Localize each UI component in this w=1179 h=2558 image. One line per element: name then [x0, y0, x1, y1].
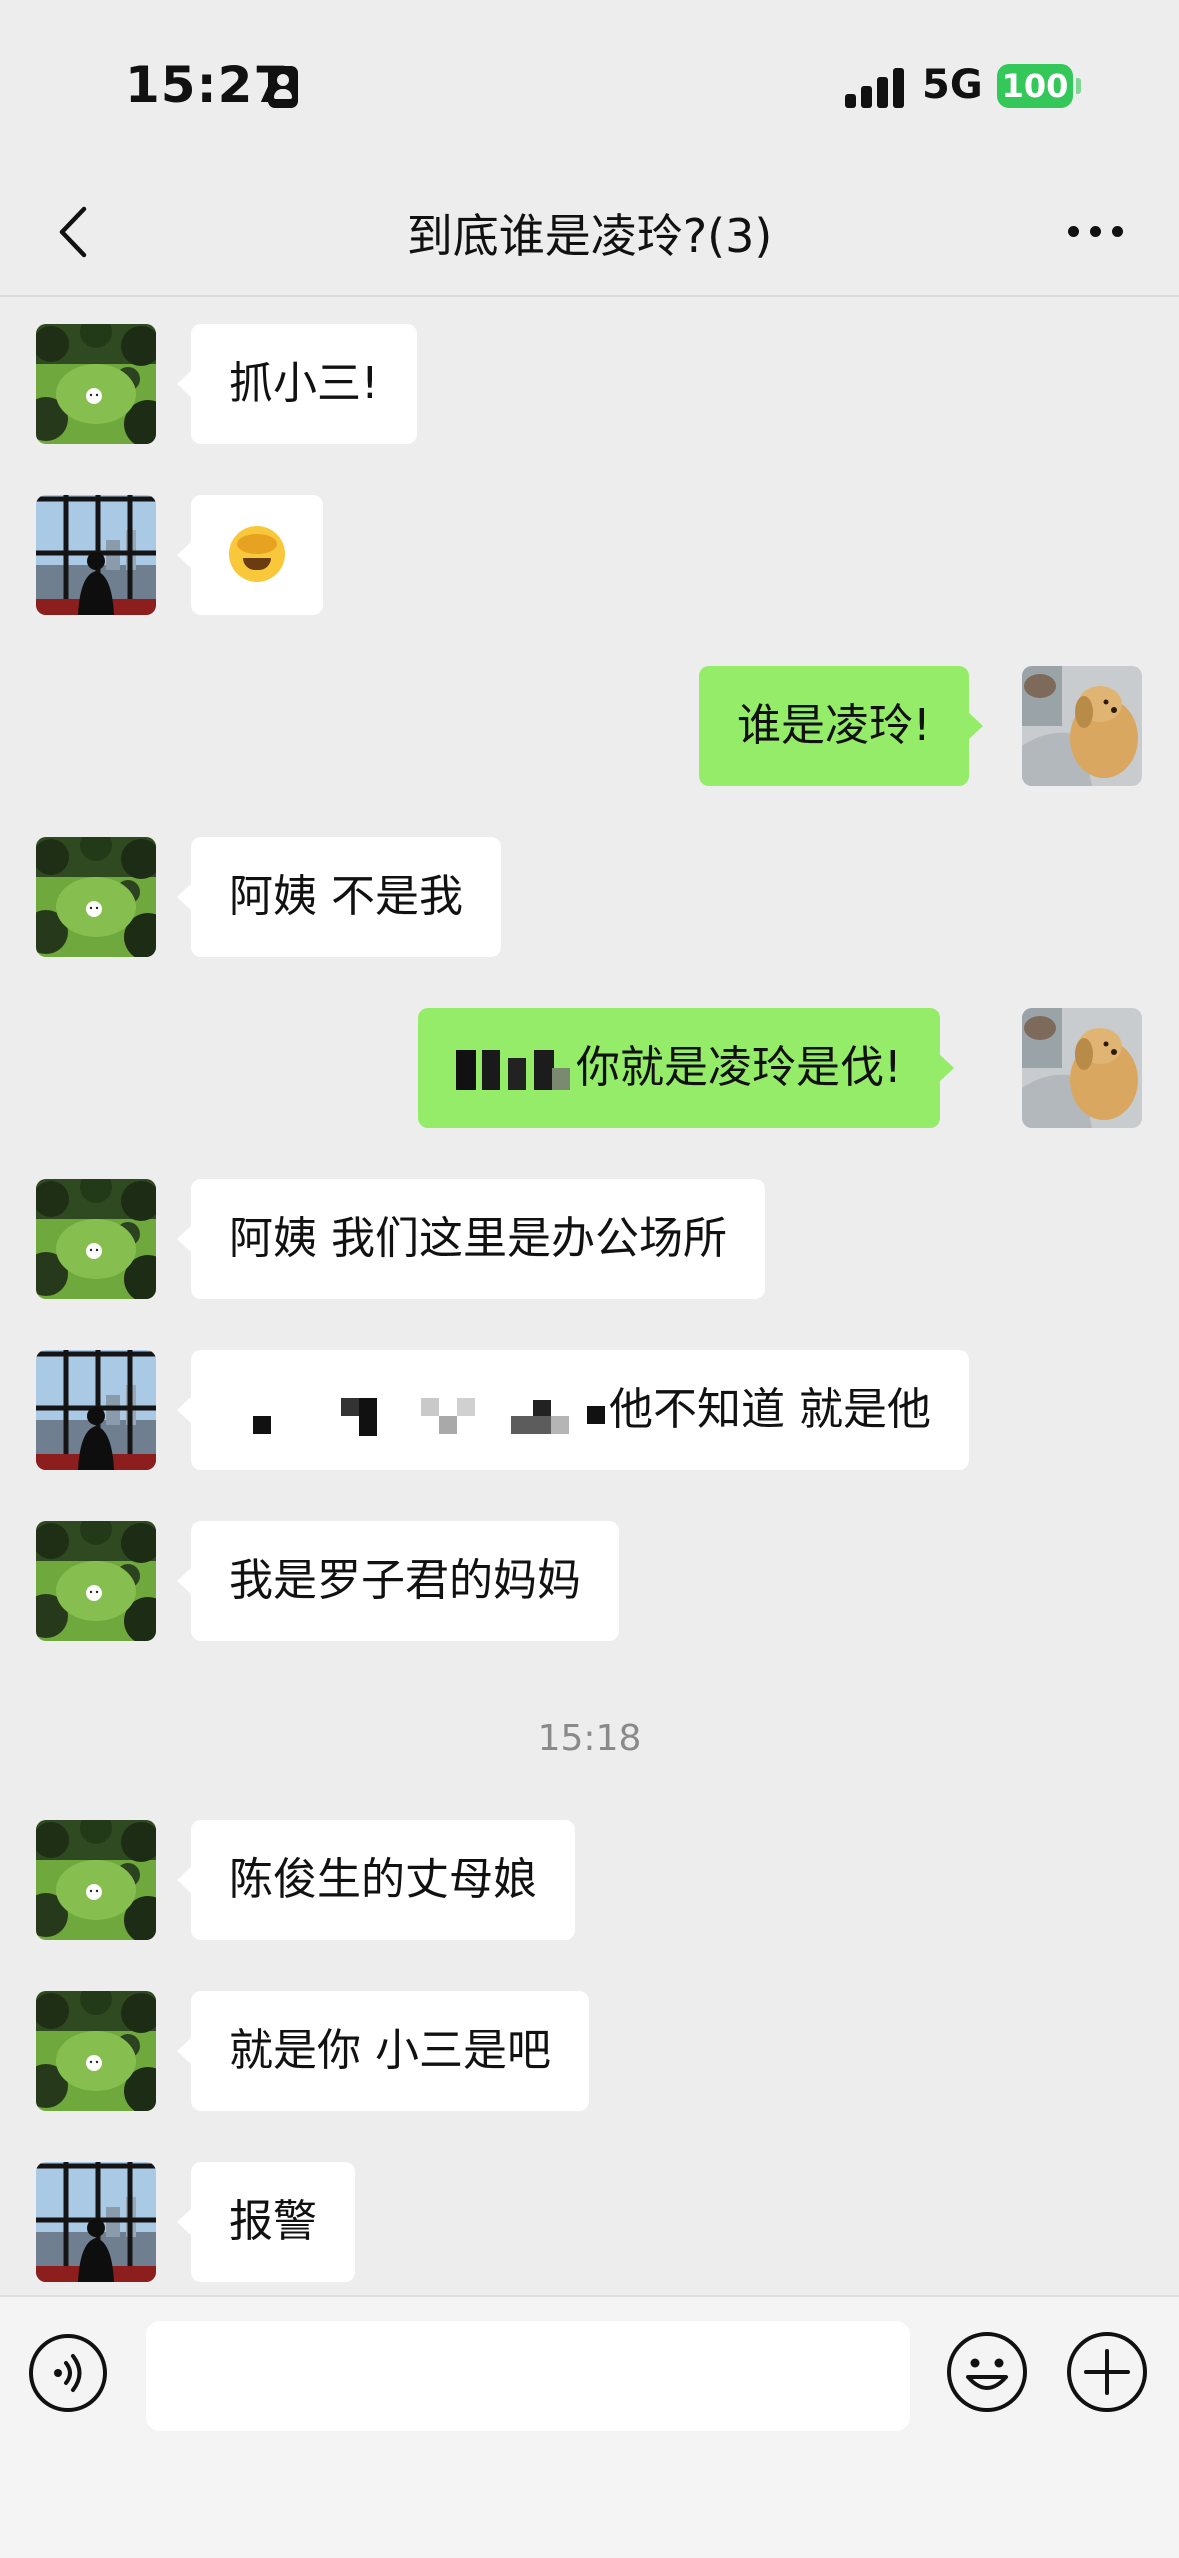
avatar[interactable]	[36, 495, 156, 615]
message-bubble[interactable]: 就是你 小三是吧	[177, 1991, 589, 2111]
message-bubble[interactable]	[177, 495, 323, 615]
avatar[interactable]	[36, 1350, 156, 1470]
voice-icon[interactable]	[28, 2333, 108, 2413]
message-text: 你就是凌玲是伐!	[576, 1042, 902, 1093]
message-text: 他不知道 就是他	[609, 1384, 931, 1435]
status-bar: 15:27 5G 100	[0, 0, 1179, 170]
id-card-icon	[268, 66, 298, 108]
message-bubble[interactable]: 他不知道 就是他	[177, 1350, 969, 1470]
avatar[interactable]	[1022, 666, 1142, 786]
message-list[interactable]: 抓小三! 谁是凌玲! 阿姨 不是我 你就是凌玲是伐! 阿姨 我们这里是办公场所	[0, 297, 1179, 2295]
avatar[interactable]	[36, 837, 156, 957]
message-bubble[interactable]: 我是罗子君的妈妈	[177, 1521, 619, 1641]
message-bubble[interactable]: 阿姨 我们这里是办公场所	[177, 1179, 765, 1299]
avatar[interactable]	[1022, 1008, 1142, 1128]
battery-icon: 100	[997, 64, 1073, 108]
face-palm-emoji-icon	[229, 526, 285, 582]
message-bubble[interactable]: 谁是凌玲!	[699, 666, 983, 786]
message-timestamp: 15:18	[537, 1718, 642, 1759]
battery-cap	[1076, 78, 1081, 94]
message-bubble[interactable]: 你就是凌玲是伐!	[418, 1008, 954, 1128]
avatar[interactable]	[36, 324, 156, 444]
emoji-icon[interactable]	[946, 2331, 1028, 2413]
message-bubble[interactable]: 阿姨 不是我	[177, 837, 501, 957]
battery-level: 100	[1001, 67, 1069, 105]
avatar[interactable]	[36, 1820, 156, 1940]
message-input[interactable]	[146, 2321, 910, 2431]
message-bubble[interactable]: 报警	[177, 2162, 355, 2282]
avatar[interactable]	[36, 1991, 156, 2111]
message-bubble[interactable]: 抓小三!	[177, 324, 417, 444]
input-bar	[0, 2295, 1179, 2558]
redacted-text	[229, 1382, 609, 1442]
back-icon[interactable]	[58, 205, 88, 259]
chat-title: 到底谁是凌玲?(3)	[406, 209, 773, 263]
redacted-text	[456, 1040, 576, 1100]
chat-header: 到底谁是凌玲?(3)	[0, 170, 1179, 297]
status-time: 15:27	[125, 56, 290, 114]
avatar[interactable]	[36, 2162, 156, 2282]
avatar[interactable]	[36, 1521, 156, 1641]
more-icon[interactable]	[1068, 222, 1124, 242]
avatar[interactable]	[36, 1179, 156, 1299]
network-type: 5G	[922, 62, 983, 108]
message-bubble[interactable]: 陈俊生的丈母娘	[177, 1820, 575, 1940]
signal-icon	[845, 66, 905, 108]
plus-icon[interactable]	[1066, 2331, 1148, 2413]
